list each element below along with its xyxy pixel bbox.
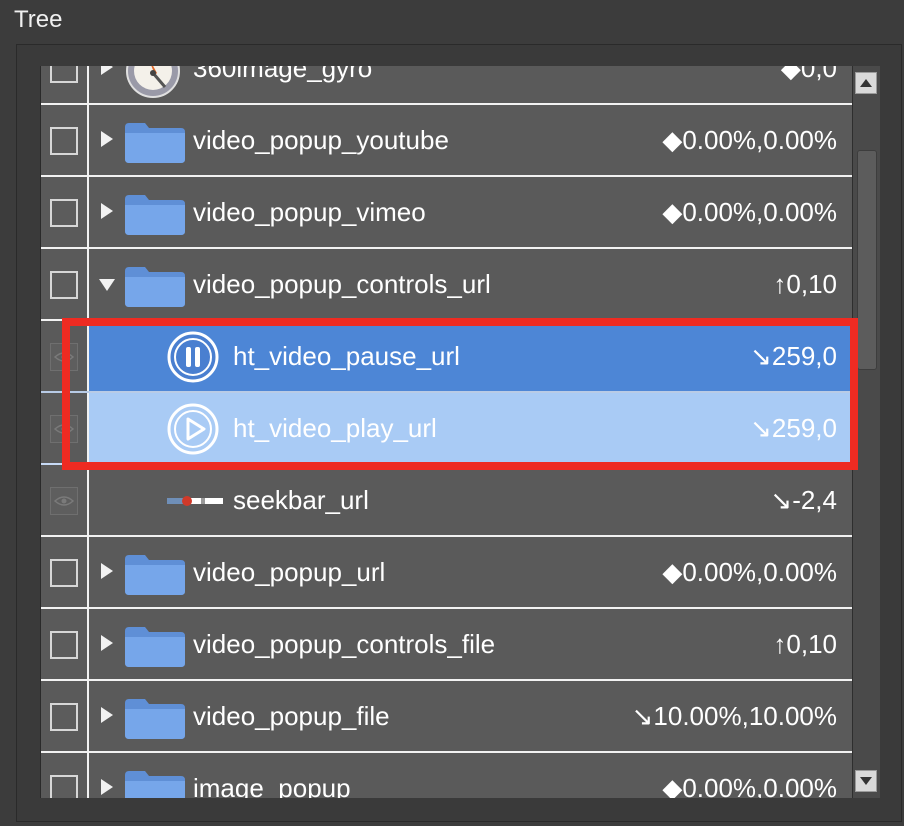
visibility-cell [41, 609, 89, 679]
tree-row-video-popup-file[interactable]: video_popup_file ↘10.00%,10.00% [41, 681, 853, 753]
visibility-checkbox[interactable] [50, 775, 78, 798]
visibility-checkbox[interactable] [50, 271, 78, 299]
row-value: ↑0,10 [773, 629, 837, 659]
row-value: ◆0.00%,0.00% [662, 197, 837, 227]
visibility-cell [41, 249, 89, 319]
expand-arrow-icon[interactable] [101, 203, 113, 219]
scroll-thumb[interactable] [857, 150, 877, 370]
panel-title: Tree [14, 6, 63, 33]
eye-icon [54, 424, 74, 434]
scroll-up-button[interactable] [855, 72, 877, 94]
seekbar-icon [167, 496, 223, 506]
row-label: ht_video_play_url [233, 413, 437, 443]
row-label: video_popup_vimeo [193, 197, 426, 227]
scroll-down-button[interactable] [855, 770, 877, 792]
row-value: ◆0.00%,0.00% [662, 557, 837, 587]
gyro-icon [126, 66, 180, 98]
row-value: ◆0.00%,0.00% [662, 125, 837, 155]
row-value: ◆0.00%,0.00% [662, 773, 837, 798]
tree-row-video-popup-url[interactable]: video_popup_url ◆0.00%,0.00% [41, 537, 853, 609]
tree-view[interactable]: 360image_gyro ◆0,0 video_popup_youtube ◆… [40, 66, 853, 798]
visibility-toggle[interactable] [50, 343, 78, 371]
row-label: video_popup_url [193, 557, 386, 587]
visibility-cell [41, 537, 89, 607]
visibility-cell [41, 393, 89, 463]
arrow-up-icon [860, 79, 872, 87]
visibility-cell [41, 66, 89, 103]
folder-icon [125, 771, 185, 798]
eye-icon [54, 496, 74, 506]
expand-arrow-icon[interactable] [101, 563, 113, 579]
folder-icon [125, 699, 185, 739]
expand-arrow-icon[interactable] [101, 635, 113, 651]
visibility-checkbox[interactable] [50, 66, 78, 83]
folder-icon [125, 123, 185, 163]
visibility-cell [41, 465, 89, 535]
arrow-down-icon [860, 777, 872, 785]
folder-icon [125, 627, 185, 667]
visibility-checkbox[interactable] [50, 559, 78, 587]
tree-row-video-popup-youtube[interactable]: video_popup_youtube ◆0.00%,0.00% [41, 105, 853, 177]
expand-arrow-icon[interactable] [101, 707, 113, 723]
eye-icon [54, 352, 74, 362]
row-value: ↘-2,4 [770, 485, 837, 515]
row-label: video_popup_file [193, 701, 390, 731]
tree-row-image-popup[interactable]: image_popup ◆0.00%,0.00% [41, 753, 853, 798]
row-label: ht_video_pause_url [233, 341, 460, 371]
visibility-cell [41, 177, 89, 247]
row-label: video_popup_controls_file [193, 629, 496, 659]
visibility-cell [41, 321, 89, 391]
row-value: ↑0,10 [773, 269, 837, 299]
tree-row-video-popup-controls-url[interactable]: video_popup_controls_url ↑0,10 [41, 249, 853, 321]
row-value: ◆0,0 [780, 66, 837, 83]
vertical-scrollbar[interactable] [852, 66, 880, 798]
expand-arrow-icon[interactable] [101, 66, 113, 75]
row-label: 360image_gyro [193, 66, 373, 83]
expand-arrow-icon[interactable] [101, 779, 113, 795]
row-label: seekbar_url [233, 485, 369, 515]
row-value: ↘10.00%,10.00% [631, 701, 837, 731]
row-label: image_popup [193, 773, 351, 798]
visibility-toggle[interactable] [50, 487, 78, 515]
pause-icon [167, 331, 219, 383]
tree-row-ht-video-pause-url[interactable]: ht_video_pause_url ↘259,0 [41, 321, 853, 393]
visibility-checkbox[interactable] [50, 127, 78, 155]
row-value: ↘259,0 [750, 341, 837, 371]
visibility-checkbox[interactable] [50, 631, 78, 659]
tree-row-video-popup-vimeo[interactable]: video_popup_vimeo ◆0.00%,0.00% [41, 177, 853, 249]
row-value: ↘259,0 [750, 413, 837, 443]
expand-arrow-icon[interactable] [101, 131, 113, 147]
play-icon [167, 403, 219, 455]
folder-icon [125, 555, 185, 595]
visibility-toggle[interactable] [50, 415, 78, 443]
folder-icon [125, 267, 185, 307]
tree-row-video-popup-controls-file[interactable]: video_popup_controls_file ↑0,10 [41, 609, 853, 681]
visibility-checkbox[interactable] [50, 199, 78, 227]
folder-icon [125, 195, 185, 235]
tree-row-ht-video-play-url[interactable]: ht_video_play_url ↘259,0 [41, 393, 853, 465]
row-label: video_popup_youtube [193, 125, 449, 155]
visibility-checkbox[interactable] [50, 703, 78, 731]
visibility-cell [41, 681, 89, 751]
visibility-cell [41, 105, 89, 175]
tree-row-seekbar-url[interactable]: seekbar_url ↘-2,4 [41, 465, 853, 537]
row-label: video_popup_controls_url [193, 269, 491, 299]
visibility-cell [41, 753, 89, 798]
collapse-arrow-icon[interactable] [99, 279, 115, 291]
tree-row-360image-gyro[interactable]: 360image_gyro ◆0,0 [41, 66, 853, 105]
